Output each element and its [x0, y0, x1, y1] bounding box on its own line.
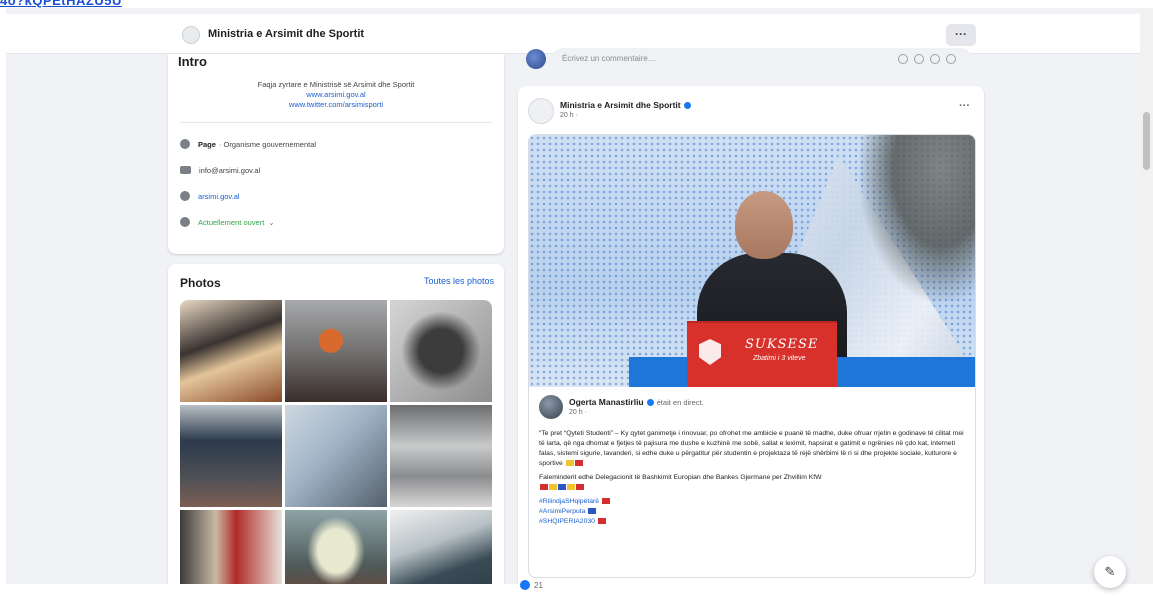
- category-row: Page · Organisme gouvernemental: [180, 137, 316, 151]
- flag-icon: [567, 484, 575, 491]
- photo-thumbnail[interactable]: [390, 510, 492, 584]
- emoji-icon: [565, 460, 574, 467]
- globe-icon: [180, 191, 190, 201]
- post-video-thumbnail[interactable]: SUKSESE Zbatimi i 3 viteve: [529, 135, 975, 387]
- flag-icon: [549, 484, 557, 491]
- intro-website-link[interactable]: www.arsimi.gov.al: [168, 90, 504, 100]
- hashtag-link[interactable]: #RilindjaSHqipëtarë: [539, 497, 969, 507]
- photos-grid: [180, 300, 492, 584]
- podium: SUKSESE Zbatimi i 3 viteve: [687, 321, 837, 387]
- heart-icon: [601, 498, 610, 505]
- photo-thumbnail[interactable]: [285, 405, 387, 507]
- post-card: Ministria e Arsimit dhe Sportit 20 h · ·…: [518, 86, 984, 584]
- intro-title: Intro: [178, 54, 207, 69]
- shared-timestamp[interactable]: 20 h ·: [569, 409, 587, 416]
- shared-live-post[interactable]: SUKSESE Zbatimi i 3 viteve Ogerta Manast…: [528, 134, 976, 578]
- post-body-text: “Te pret “Qyteti Studenti” – Ky qytet ga…: [539, 430, 964, 467]
- hashtag-link[interactable]: #ArsimiPerputa: [539, 507, 969, 517]
- photo-thumbnail[interactable]: [390, 405, 492, 507]
- verified-badge-icon: [683, 102, 691, 110]
- comment-placeholder: Écrivez un commentaire…: [562, 54, 656, 63]
- intro-divider: [180, 122, 492, 123]
- intro-description-text: Faqja zyrtare e Ministrisë së Arsimit dh…: [257, 80, 415, 89]
- intro-card: Intro Faqja zyrtare e Ministrisë së Arsi…: [168, 54, 504, 254]
- clock-icon: [180, 217, 190, 227]
- facebook-page-viewport: Ministria e Arsimit dhe Sportit ··· Intr…: [6, 8, 1140, 584]
- email-text[interactable]: info@arsimi.gov.al: [199, 166, 260, 175]
- photo-thumbnail[interactable]: [180, 300, 282, 402]
- emoji-icon[interactable]: [914, 54, 924, 64]
- user-avatar[interactable]: [526, 49, 546, 69]
- shared-author-line: Ogerta Manastirliu était en direct.: [569, 397, 704, 407]
- hours-row: Actuellement ouvert ⌄: [180, 215, 275, 229]
- mail-icon: [180, 166, 191, 174]
- category-value: · Organisme gouvernemental: [218, 139, 317, 149]
- sticker-icon[interactable]: [946, 54, 956, 64]
- photo-thumbnail[interactable]: [390, 300, 492, 402]
- post-author-name[interactable]: Ministria e Arsimit dhe Sportit: [560, 100, 691, 110]
- live-status: était en direct.: [656, 398, 704, 407]
- shared-post-header: Ogerta Manastirliu était en direct. 20 h …: [539, 395, 969, 425]
- post-timestamp[interactable]: 20 h ·: [560, 112, 578, 119]
- photo-thumbnail[interactable]: [180, 510, 282, 584]
- flag-icon: [540, 484, 548, 491]
- intro-description: Faqja zyrtare e Ministrisë së Arsimit dh…: [168, 80, 504, 110]
- top-strip: [0, 0, 1153, 8]
- flag-icon: [558, 484, 566, 491]
- gif-icon[interactable]: [898, 54, 908, 64]
- photo-thumbnail[interactable]: [285, 300, 387, 402]
- tree-shape: [857, 135, 975, 305]
- scrollbar-thumb[interactable]: [1143, 112, 1150, 170]
- comment-input[interactable]: Écrivez un commentaire…: [552, 48, 972, 70]
- speaker-head: [735, 191, 793, 259]
- page-name[interactable]: Ministria e Arsimit dhe Sportit: [208, 28, 364, 40]
- flag-icon: [588, 508, 597, 515]
- like-icon: [520, 580, 530, 590]
- hashtag-link[interactable]: #SHQIPERIA2030: [539, 517, 969, 527]
- top-link[interactable]: 4o?kQPEtHAZU5U: [0, 0, 122, 8]
- podium-text: SUKSESE: [745, 337, 819, 352]
- flag-icon: [576, 484, 584, 491]
- verified-badge-icon: [646, 399, 654, 407]
- flag-icon: [574, 460, 583, 467]
- page-avatar[interactable]: [182, 26, 200, 44]
- likes-count: 21: [534, 580, 543, 590]
- flag-icon: [597, 518, 606, 525]
- shared-post-text: “Te pret “Qyteti Studenti” – Ky qytet ga…: [539, 429, 969, 527]
- status-text[interactable]: Actuellement ouvert: [198, 218, 264, 227]
- website-link[interactable]: arsimi.gov.al: [198, 192, 240, 201]
- photo-thumbnail[interactable]: [285, 510, 387, 584]
- shared-author-avatar[interactable]: [539, 395, 563, 419]
- new-message-button[interactable]: ✎: [1094, 556, 1126, 588]
- camera-icon[interactable]: [930, 54, 940, 64]
- photos-card: Photos Toutes les photos: [168, 264, 504, 584]
- category-label[interactable]: Page: [198, 140, 216, 149]
- photos-title: Photos: [180, 276, 221, 290]
- comment-composer: Écrivez un commentaire…: [518, 42, 980, 76]
- page-scrollbar[interactable]: [1140, 8, 1153, 584]
- compose-icon: ✎: [1104, 564, 1116, 579]
- reactions-summary[interactable]: 21: [520, 580, 543, 590]
- chevron-down-icon[interactable]: ⌄: [268, 218, 274, 227]
- post-more-button[interactable]: ···: [959, 100, 970, 112]
- post-author-text[interactable]: Ministria e Arsimit dhe Sportit: [560, 100, 681, 110]
- crest-icon: [699, 339, 721, 365]
- intro-twitter-link[interactable]: www.twitter.com/arsimisporti: [168, 100, 504, 110]
- photo-thumbnail[interactable]: [180, 405, 282, 507]
- post-author-avatar[interactable]: [528, 98, 554, 124]
- email-row: info@arsimi.gov.al: [180, 163, 260, 177]
- shared-author-name[interactable]: Ogerta Manastirliu: [569, 397, 644, 407]
- website-row: arsimi.gov.al: [180, 189, 240, 203]
- podium-subtext: Zbatimi i 3 viteve: [753, 355, 806, 362]
- post-thanks-text: Faleminderit edhe Delegacionit të Bashki…: [539, 474, 822, 481]
- see-all-photos-link[interactable]: Toutes les photos: [424, 276, 494, 286]
- info-icon: [180, 139, 190, 149]
